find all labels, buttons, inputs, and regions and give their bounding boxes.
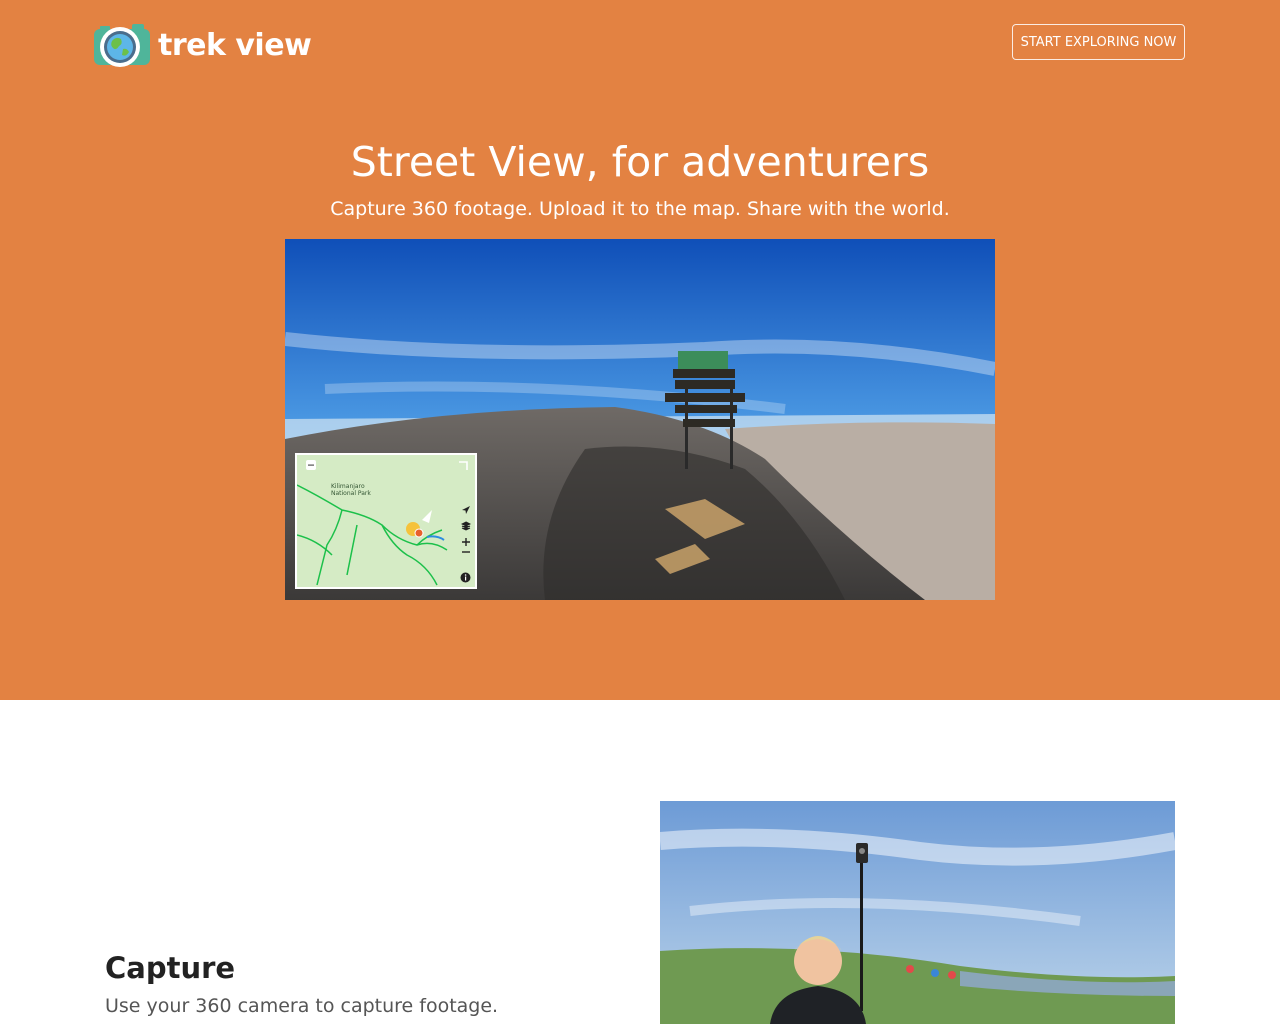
start-exploring-button[interactable]: START EXPLORING NOW: [1012, 24, 1185, 60]
capture-description: Use your 360 camera to capture footage.: [105, 995, 499, 1017]
zoom-out-icon[interactable]: [461, 547, 471, 557]
collapse-icon[interactable]: [305, 459, 317, 471]
brand-name: trek view: [158, 27, 312, 63]
zoom-in-icon[interactable]: [461, 537, 471, 547]
capture-photo: [660, 801, 1175, 1024]
expand-icon[interactable]: [457, 460, 469, 472]
capture-title: Capture: [105, 951, 236, 985]
brand-logo[interactable]: trek view: [92, 20, 312, 70]
map-park-label: Kilimanjaro National Park: [331, 483, 371, 497]
hero-title: Street View, for adventurers: [350, 138, 930, 186]
info-icon[interactable]: [460, 572, 471, 583]
hero-panorama-image[interactable]: Kilimanjaro National Park: [285, 239, 995, 600]
minimap[interactable]: Kilimanjaro National Park: [295, 453, 477, 589]
camera-globe-logo-icon: [92, 21, 152, 69]
hero-section: trek view START EXPLORING NOW Street Vie…: [0, 0, 1280, 700]
hero-subtitle: Capture 360 footage. Upload it to the ma…: [330, 198, 950, 220]
navigation-arrow-icon[interactable]: [461, 505, 471, 515]
layers-icon[interactable]: [461, 521, 471, 531]
